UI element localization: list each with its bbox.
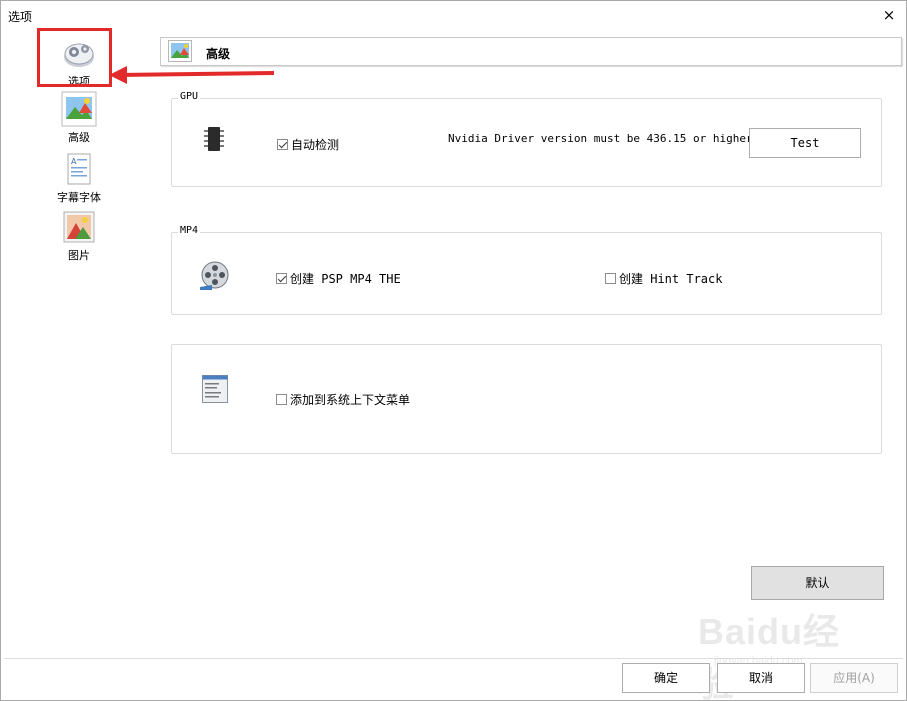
ok-button[interactable]: 确定 [622, 663, 710, 693]
gpu-group: GPU 自动检测 Nvidia Driver version must be 4… [171, 91, 882, 187]
mp4-group-label: MP4 [178, 225, 201, 236]
context-menu-group: 添加到系统上下文菜单 [171, 344, 882, 454]
add-context-menu-label: 添加到系统上下文菜单 [290, 393, 411, 407]
subtitle-font-icon: A [67, 153, 91, 185]
options-dialog: 选项 × 选项 高级 A 字幕字体 图片 高级 GPU 自动检测 Nvidia … [0, 0, 907, 701]
sidebar-item-label: 图片 [68, 249, 90, 262]
create-psp-checkbox[interactable]: 创建 PSP MP4 THE [276, 270, 401, 287]
sidebar-item-advanced[interactable]: 高级 [41, 91, 117, 145]
sidebar-item-label: 字幕字体 [57, 191, 101, 204]
checkbox-box[interactable] [276, 394, 287, 405]
page-header: 高级 [160, 37, 902, 66]
checkbox-box[interactable] [277, 139, 288, 150]
default-button[interactable]: 默认 [751, 566, 884, 600]
add-context-menu-checkbox[interactable]: 添加到系统上下文菜单 [276, 391, 410, 408]
film-reel-icon [200, 261, 229, 290]
cancel-button[interactable]: 取消 [717, 663, 805, 693]
sidebar: 选项 高级 A 字幕字体 图片 [1, 31, 161, 631]
driver-note: Nvidia Driver version must be 436.15 or … [448, 132, 753, 145]
auto-detect-checkbox[interactable]: 自动检测 [277, 136, 339, 153]
svg-text:A: A [71, 157, 77, 166]
sidebar-item-picture[interactable]: 图片 [41, 209, 117, 263]
mp4-group: MP4 创建 PSP MP4 THE 创建 Hint Track [171, 225, 882, 315]
gpu-group-label: GPU [178, 91, 201, 102]
create-psp-label: 创建 PSP MP4 THE [290, 272, 401, 286]
chip-icon [204, 127, 224, 151]
apply-button[interactable]: 应用(A) [810, 663, 898, 693]
auto-detect-label: 自动检测 [291, 138, 340, 152]
context-menu-icon [202, 375, 228, 403]
title-bar: 选项 × [1, 1, 906, 31]
checkbox-box[interactable] [276, 273, 287, 284]
advanced-picture-icon [61, 91, 97, 127]
picture-icon [63, 211, 95, 243]
create-hint-checkbox[interactable]: 创建 Hint Track [605, 270, 722, 287]
advanced-picture-icon [168, 40, 192, 62]
close-button[interactable]: × [880, 6, 898, 24]
test-button[interactable]: Test [749, 128, 861, 158]
pointer-arrow [109, 66, 275, 84]
sidebar-item-subtitle-font[interactable]: A 字幕字体 [41, 151, 117, 205]
sidebar-item-label: 高级 [68, 131, 90, 144]
create-hint-label: 创建 Hint Track [619, 272, 723, 286]
checkbox-box[interactable] [605, 273, 616, 284]
page-title: 高级 [206, 47, 231, 61]
window-title: 选项 [8, 10, 33, 24]
selected-highlight-box [37, 28, 112, 87]
